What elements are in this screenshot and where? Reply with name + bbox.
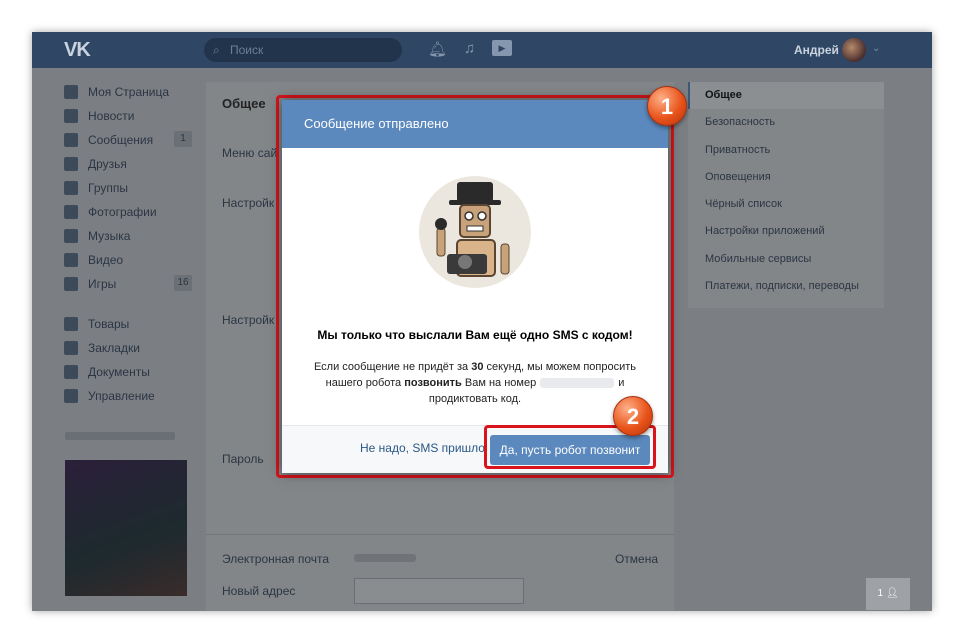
robot-illustration — [419, 176, 531, 288]
nav-item-friends[interactable]: Друзья — [62, 154, 192, 178]
menu-item-general[interactable]: Общее — [688, 82, 884, 110]
top-header: VK ⌕ Поиск 🔔︎ ♫ ▶ Андрей ⌄ — [32, 32, 932, 68]
row-site-menu: Меню сай — [222, 146, 278, 160]
nav-item-bookmarks[interactable]: Закладки — [62, 338, 192, 362]
nav-item-manage[interactable]: Управление — [62, 386, 192, 410]
menu-item-security[interactable]: Безопасность — [688, 109, 884, 136]
goods-icon — [64, 317, 78, 331]
music-icon[interactable]: ♫ — [464, 40, 475, 57]
video-icon — [64, 253, 78, 267]
text-part-3: Вам на номер — [461, 377, 537, 389]
groups-icon — [64, 181, 78, 195]
games-badge: 16 — [174, 275, 192, 291]
avatar[interactable] — [842, 38, 866, 62]
row-password: Пароль — [222, 452, 264, 466]
nav-label: Закладки — [88, 341, 140, 355]
menu-item-app-settings[interactable]: Настройки приложений — [688, 218, 884, 245]
ad-title-blur — [65, 432, 175, 440]
dialog-description: Если сообщение не придёт за 30 секунд, м… — [302, 359, 648, 407]
nav-separator — [62, 298, 192, 314]
menu-item-payments[interactable]: Платежи, подписки, переводы — [688, 273, 884, 300]
vk-logo[interactable]: VK — [64, 39, 91, 62]
nav-item-goods[interactable]: Товары — [62, 314, 192, 338]
step-marker-1: 1 — [647, 86, 687, 126]
nav-label: Моя Страница — [88, 85, 170, 99]
email-value-blur — [354, 554, 416, 562]
nav-label: Товары — [88, 317, 130, 331]
text-seconds: 30 — [471, 361, 484, 373]
user-name[interactable]: Андрей — [794, 43, 839, 57]
row-email: Электронная почта — [222, 552, 330, 566]
row-new-address: Новый адрес — [222, 584, 296, 598]
nav-label: Документы — [88, 365, 150, 379]
nav-item-news[interactable]: Новости — [62, 106, 192, 130]
search-icon: ⌕ — [213, 43, 220, 57]
divider — [206, 534, 674, 535]
sms-received-button[interactable]: Не надо, SMS пришло — [360, 441, 485, 455]
news-icon — [64, 109, 78, 123]
person-icon: 👤︎ — [885, 588, 899, 599]
nav-label: Управление — [88, 389, 155, 403]
messages-icon — [64, 133, 78, 147]
ad-image[interactable] — [65, 460, 187, 596]
friends-icon — [64, 157, 78, 171]
settings-menu: Общее Безопасность Приватность Оповещени… — [688, 82, 884, 308]
menu-item-mobile[interactable]: Мобильные сервисы — [688, 246, 884, 273]
music-note-icon — [64, 229, 78, 243]
video-play-icon[interactable]: ▶ — [492, 40, 512, 56]
menu-item-notifications[interactable]: Оповещения — [688, 164, 884, 191]
nav-item-video[interactable]: Видео — [62, 250, 192, 274]
dialog-title: Сообщение отправлено — [282, 100, 668, 148]
nav-item-groups[interactable]: Группы — [62, 178, 192, 202]
manage-icon — [64, 389, 78, 403]
nav-label: Сообщения — [88, 133, 154, 147]
nav-label: Игры — [88, 277, 117, 291]
nav-label: Новости — [88, 109, 135, 123]
nav-label: Музыка — [88, 229, 131, 243]
cancel-link[interactable]: Отмена — [615, 552, 658, 566]
phone-number-blur — [540, 378, 615, 389]
nav-item-games[interactable]: Игры 16 — [62, 274, 192, 298]
new-email-input[interactable] — [354, 578, 524, 604]
photo-icon — [64, 205, 78, 219]
dialog-headline: Мы только что выслали Вам ещё одно SMS с… — [317, 328, 633, 342]
nav-label: Фотографии — [88, 205, 157, 219]
nav-label: Видео — [88, 253, 124, 267]
menu-item-blacklist[interactable]: Чёрный список — [688, 191, 884, 218]
text-part-1: Если сообщение не придёт за — [313, 361, 472, 373]
bookmarks-icon — [64, 341, 78, 355]
nav-item-my-page[interactable]: Моя Страница — [62, 82, 192, 106]
left-nav: Моя Страница Новости Сообщения 1 Друзья Г… — [62, 82, 192, 410]
search-input[interactable]: ⌕ Поиск — [204, 38, 402, 62]
messages-badge: 1 — [174, 131, 192, 147]
sms-sent-dialog: Сообщение отправлено Мы только что высла… — [282, 100, 668, 473]
row-settings-2: Настройк — [222, 313, 275, 327]
dialog-body: Мы только что выслали Вам ещё одно SMS с… — [282, 148, 668, 426]
mini-chat-button[interactable]: 1 👤︎ — [866, 578, 910, 610]
menu-item-privacy[interactable]: Приватность — [688, 137, 884, 164]
nav-item-messages[interactable]: Сообщения 1 — [62, 130, 192, 154]
nav-label: Группы — [88, 181, 128, 195]
text-call: позвонить — [404, 377, 462, 389]
nav-item-photos[interactable]: Фотографии — [62, 202, 192, 226]
mini-chat-count: 1 — [877, 588, 884, 599]
row-settings-1: Настройк — [222, 196, 275, 210]
documents-icon — [64, 365, 78, 379]
games-icon — [64, 277, 78, 291]
nav-item-music[interactable]: Музыка — [62, 226, 192, 250]
step-marker-2: 2 — [613, 396, 653, 436]
search-placeholder: Поиск — [230, 43, 264, 57]
nav-label: Друзья — [88, 157, 127, 171]
chevron-down-icon[interactable]: ⌄ — [872, 43, 880, 54]
bell-icon[interactable]: 🔔︎ — [428, 40, 447, 58]
home-icon — [64, 85, 78, 99]
page-title: Общее — [222, 96, 266, 111]
nav-item-documents[interactable]: Документы — [62, 362, 192, 386]
